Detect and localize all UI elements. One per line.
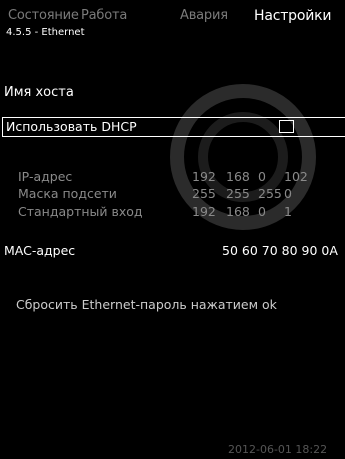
- ip-octet-3: 0: [258, 169, 266, 184]
- ip-address-label: IP-адрес: [18, 169, 73, 184]
- ip-octet-1: 192: [192, 169, 216, 184]
- gateway-label: Стандартный вход: [18, 204, 143, 219]
- mac-address-row: MAC-адрес 50 60 70 80 90 0A: [4, 243, 345, 259]
- mac-address-label: MAC-адрес: [4, 243, 76, 258]
- mask-octet-4: 0: [284, 186, 292, 201]
- gateway-octet-3: 0: [258, 204, 266, 219]
- gateway-octet-4: 1: [284, 204, 292, 219]
- mask-octet-3: 255: [258, 186, 282, 201]
- page-title: 4.5.5 - Ethernet: [6, 27, 85, 38]
- dhcp-row[interactable]: Использовать DHCP: [2, 117, 345, 137]
- tab-status[interactable]: Состояние: [8, 8, 79, 23]
- datetime-display: 2012-06-01 18:22: [228, 443, 328, 456]
- screen: Состояние Работа Авария Настройки 4.5.5 …: [0, 0, 345, 459]
- gateway-octet-2: 168: [226, 204, 250, 219]
- gateway-octet-1: 192: [192, 204, 216, 219]
- tab-operation[interactable]: Работа: [81, 8, 127, 23]
- mac-address-value: 50 60 70 80 90 0A: [222, 243, 338, 258]
- reset-password-hint[interactable]: Сбросить Ethernet-пароль нажатием ok: [16, 297, 277, 312]
- mask-octet-2: 255: [226, 186, 250, 201]
- dhcp-checkbox[interactable]: [279, 120, 294, 133]
- tab-settings[interactable]: Настройки: [254, 8, 331, 24]
- dhcp-label: Использовать DHCP: [6, 119, 137, 134]
- ip-octet-2: 168: [226, 169, 250, 184]
- mask-octet-1: 255: [192, 186, 216, 201]
- tab-alarm[interactable]: Авария: [180, 8, 228, 23]
- ip-octet-4: 102: [284, 169, 308, 184]
- subnet-mask-label: Маска подсети: [18, 186, 117, 201]
- hostname-field[interactable]: Имя хоста: [4, 85, 74, 100]
